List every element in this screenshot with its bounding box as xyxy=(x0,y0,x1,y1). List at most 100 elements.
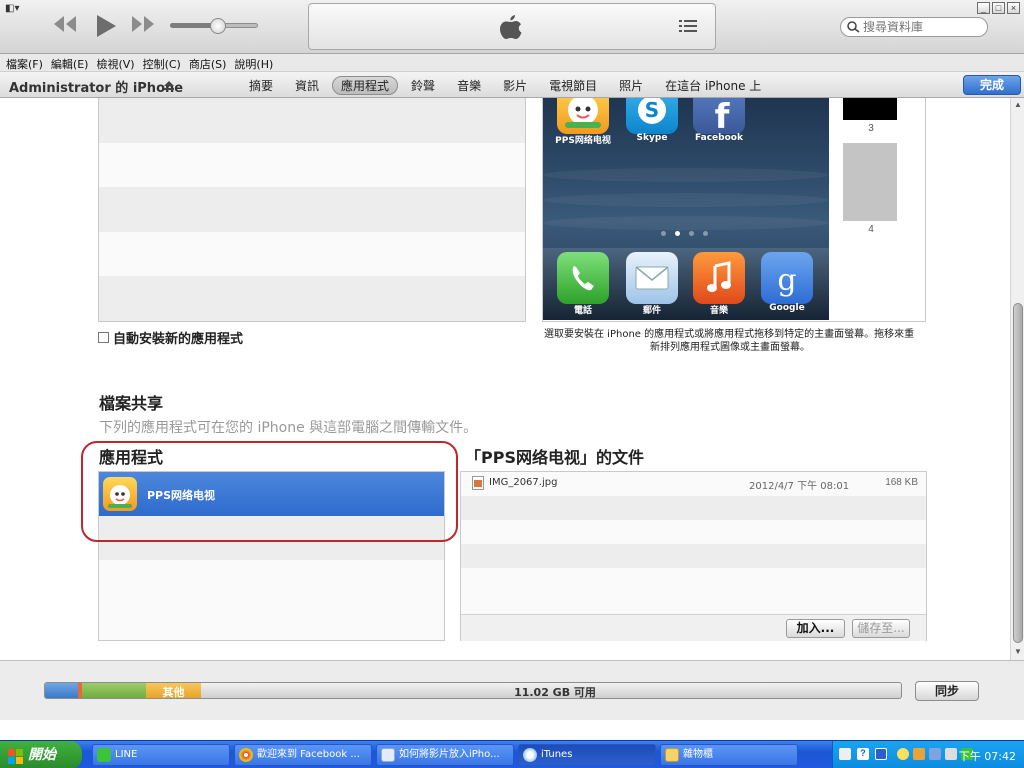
list-item-pps[interactable]: PPS网络电视 xyxy=(99,472,444,516)
maximize-icon[interactable]: □ xyxy=(992,2,1005,14)
play-button[interactable] xyxy=(94,13,118,39)
page-dot[interactable] xyxy=(703,231,708,236)
taskbar-item-facebook[interactable]: 歡迎來到 Facebook ... xyxy=(234,744,372,766)
clock[interactable]: 下午 07:42 xyxy=(959,748,1016,764)
taskbar-item-itunes[interactable]: iTunes xyxy=(518,744,656,766)
language-icon[interactable] xyxy=(875,748,887,760)
scroll-down-icon[interactable]: ▼ xyxy=(1013,647,1023,657)
list-item[interactable] xyxy=(99,560,444,604)
help-icon[interactable]: ? xyxy=(857,748,869,760)
document-icon xyxy=(381,748,395,762)
back-arrow-icon[interactable] xyxy=(897,748,909,760)
checkbox[interactable] xyxy=(98,332,109,343)
keyboard-icon[interactable] xyxy=(839,748,851,760)
library-search[interactable] xyxy=(840,17,988,37)
system-tray: ? 下午 07:42 xyxy=(832,741,1024,768)
add-file-button[interactable]: 加入... xyxy=(786,619,845,638)
tab-movies[interactable]: 影片 xyxy=(494,76,536,95)
start-button[interactable]: 開始 xyxy=(0,741,82,768)
eject-icon[interactable] xyxy=(164,79,174,93)
music-app-icon[interactable] xyxy=(693,252,745,304)
page-thumbnail[interactable] xyxy=(843,98,897,120)
page-dot[interactable] xyxy=(689,231,694,236)
document-date: 2012/4/7 下午 08:01 xyxy=(749,481,850,492)
tab-summary[interactable]: 摘要 xyxy=(240,76,282,95)
done-button[interactable]: 完成 xyxy=(963,75,1021,95)
auto-install-label: 自動安裝新的應用程式 xyxy=(113,332,244,347)
tab-music[interactable]: 音樂 xyxy=(448,76,490,95)
start-label: 開始 xyxy=(28,747,56,763)
page-dot[interactable] xyxy=(675,231,680,236)
google-app-icon[interactable]: g xyxy=(761,252,813,304)
phone-app-icon[interactable] xyxy=(557,252,609,304)
apple-logo-icon xyxy=(499,14,523,45)
menu-controls[interactable]: 控制(C) xyxy=(141,54,187,71)
volume-knob[interactable] xyxy=(210,18,226,34)
audio-segment[interactable] xyxy=(45,683,78,698)
menu-store[interactable]: 商店(S) xyxy=(187,54,233,71)
sync-button[interactable]: 同步 xyxy=(915,681,979,701)
tab-apps[interactable]: 應用程式 xyxy=(332,76,399,95)
skype-app-icon[interactable]: S xyxy=(626,98,678,134)
list-item[interactable] xyxy=(99,98,525,143)
scroll-up-icon[interactable]: ▲ xyxy=(1013,100,1023,110)
page-thumbnail[interactable] xyxy=(843,143,897,221)
list-item[interactable] xyxy=(99,142,525,188)
save-to-button[interactable]: 儲存至... xyxy=(852,619,910,638)
facebook-app-icon[interactable]: f xyxy=(693,98,745,137)
home-screen-preview[interactable]: PPS网络电视 S Skype f Facebook 電話 郵件 音樂 g Go… xyxy=(543,98,829,320)
list-item[interactable] xyxy=(99,516,444,560)
app-label: Facebook xyxy=(695,133,743,143)
tab-photos[interactable]: 照片 xyxy=(610,76,652,95)
taskbar-item-line[interactable]: LINE xyxy=(92,744,230,766)
next-track-button[interactable] xyxy=(130,13,156,35)
up-next-list-icon[interactable] xyxy=(679,19,697,36)
page-number: 3 xyxy=(868,123,874,134)
document-row[interactable]: IMG_2067.jpg 2012/4/7 下午 08:01 168 KB xyxy=(461,472,926,496)
tab-tones[interactable]: 鈴聲 xyxy=(402,76,444,95)
network-icon[interactable] xyxy=(929,748,941,760)
window-menu-icon[interactable]: ◧▾ xyxy=(5,3,25,15)
document-row[interactable] xyxy=(461,544,926,568)
menu-file[interactable]: 檔案(F) xyxy=(4,54,49,71)
list-item[interactable] xyxy=(99,231,525,277)
taskbar-item-document[interactable]: 如何將影片放入iPho... xyxy=(376,744,514,766)
scroll-thumb[interactable] xyxy=(1013,303,1023,643)
document-row[interactable] xyxy=(461,568,926,592)
capacity-meter[interactable]: 其他 11.02 GB 可用 xyxy=(44,682,902,699)
svg-text:f: f xyxy=(715,98,731,134)
device-name[interactable]: Administrator 的 iPhone xyxy=(9,77,183,96)
windows-taskbar: 開始 LINE 歡迎來到 Facebook ... 如何將影片放入iPho...… xyxy=(0,740,1024,768)
photos-segment[interactable] xyxy=(82,683,146,698)
list-item[interactable] xyxy=(99,187,525,232)
auto-install-checkbox[interactable]: 自動安裝新的應用程式 xyxy=(98,328,243,347)
page-number: 4 xyxy=(868,224,874,235)
menu-edit[interactable]: 編輯(E) xyxy=(49,54,95,71)
page-dot[interactable] xyxy=(661,231,666,236)
menu-view[interactable]: 檢視(V) xyxy=(94,54,140,71)
taskbar-item-folder[interactable]: 雜物櫃 xyxy=(660,744,798,766)
tab-info[interactable]: 資訊 xyxy=(286,76,328,95)
app-list[interactable] xyxy=(98,98,526,322)
pps-app-icon[interactable] xyxy=(557,98,609,134)
tab-on-this-iphone[interactable]: 在這台 iPhone 上 xyxy=(656,76,770,95)
tray-app-icon[interactable] xyxy=(913,748,925,760)
document-row[interactable] xyxy=(461,496,926,520)
menu-help[interactable]: 說明(H) xyxy=(232,54,279,71)
task-label: 如何將影片放入iPho... xyxy=(399,749,500,760)
close-icon[interactable]: × xyxy=(1007,2,1020,14)
tab-tv-shows[interactable]: 電視節目 xyxy=(540,76,606,95)
previous-track-button[interactable] xyxy=(52,13,78,35)
svg-text:g: g xyxy=(777,263,796,298)
vertical-scrollbar[interactable]: ▲ ▼ xyxy=(1010,98,1024,660)
volume-slider[interactable] xyxy=(170,18,258,34)
volume-icon[interactable] xyxy=(945,748,957,760)
mail-app-icon[interactable] xyxy=(626,252,678,304)
free-space-label: 11.02 GB 可用 xyxy=(514,686,596,699)
list-item[interactable] xyxy=(99,276,525,321)
document-row[interactable] xyxy=(461,520,926,544)
line-icon xyxy=(97,748,111,762)
minimize-icon[interactable]: _ xyxy=(977,2,990,14)
search-input[interactable] xyxy=(863,19,981,35)
other-segment-label: 其他 xyxy=(162,686,185,699)
